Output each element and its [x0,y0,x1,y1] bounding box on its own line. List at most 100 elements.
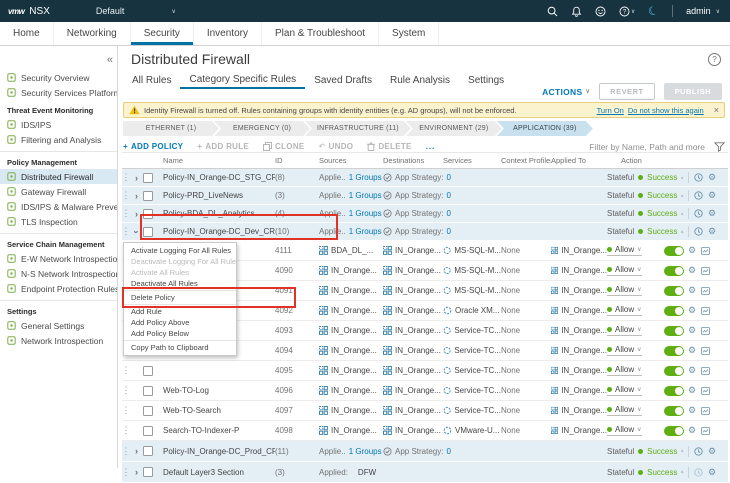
sidebar-item-ids-ips-malware-prevention[interactable]: IDS/IPS & Malware Prevention [0,199,117,214]
rule-sources[interactable]: IN_Orange... [319,386,383,395]
rule-context-profiles[interactable]: None [501,366,551,375]
refresh-icon[interactable] [681,468,684,476]
column-header-id[interactable]: ID [275,156,319,165]
nav-item-networking[interactable]: Networking [54,22,131,45]
rule-sources[interactable]: IN_Orange... [319,286,383,295]
drag-handle-icon[interactable]: ⋮ [122,208,130,219]
rule-destinations[interactable]: IN_Orange... [383,286,443,295]
policy-row[interactable]: ⋮›Policy-IN_Orange-DC_STG_CRM-S(8)Applie… [122,169,728,187]
history-clock-icon[interactable] [694,227,703,236]
rule-applied-to[interactable]: IN_Orange... [551,386,607,395]
project-selector[interactable]: Default ∨ [96,6,176,16]
turn-on-link[interactable]: Turn On [597,106,624,115]
row-checkbox[interactable] [143,227,153,237]
filter-input[interactable]: Filter by Name, Path and more [589,142,705,152]
nav-item-inventory[interactable]: Inventory [194,22,262,45]
app-strategy-link[interactable]: 0 [446,447,450,456]
category-ethernet-1[interactable]: ETHERNET (1) [123,121,219,136]
rule-destinations[interactable]: IN_Orange... [383,306,443,315]
history-clock-icon[interactable] [694,173,703,182]
rule-applied-to[interactable]: IN_Orange... [551,326,607,335]
menu-item-add-rule[interactable]: Add Rule [124,306,236,317]
rule-services[interactable]: Service-TC... [443,406,501,415]
rule-destinations[interactable]: IN_Orange... [383,366,443,375]
policy-settings-gear-icon[interactable]: ⚙ [708,209,716,218]
rule-applied-to[interactable]: IN_Orange... [551,426,607,435]
rule-destinations[interactable]: IN_Orange... [383,246,443,255]
policy-row[interactable]: ⋮›Policy-PRD_LiveNews(3)Applie.. 1 Group… [122,187,728,205]
drag-handle-icon[interactable]: ⋮ [122,405,130,416]
rule-enabled-toggle[interactable] [664,426,684,436]
add-policy-button[interactable]: +ADD POLICY [123,142,183,151]
rule-stats-chart-icon[interactable] [701,367,710,375]
sidebar-item-network-introspection[interactable]: Network Introspection [0,333,117,348]
expand-chevron-icon[interactable]: › [130,191,143,201]
menu-item-copy-path-to-clipboard[interactable]: Copy Path to Clipboard [124,342,236,353]
rule-services[interactable]: MS-SQL-M... [443,246,501,255]
menu-item-activate-logging-for-all-rules[interactable]: Activate Logging For All Rules [124,245,236,256]
tab-all-rules[interactable]: All Rules [123,72,180,89]
rule-context-profiles[interactable]: None [501,306,551,315]
rule-stats-chart-icon[interactable] [701,427,710,435]
row-checkbox[interactable] [143,173,153,183]
history-clock-icon[interactable] [694,191,703,200]
menu-item-deactivate-all-rules[interactable]: Deactivate All Rules [124,278,236,289]
expand-chevron-icon[interactable]: › [130,446,143,456]
drag-handle-icon[interactable]: ⋮ [122,425,130,436]
groups-link[interactable]: 1 Groups [349,209,382,218]
rule-context-profiles[interactable]: None [501,286,551,295]
rule-context-profiles[interactable]: None [501,346,551,355]
drag-handle-icon[interactable]: ⋮ [122,226,130,237]
refresh-icon[interactable] [681,447,684,455]
rule-sources[interactable]: IN_Orange... [319,426,383,435]
rule-sources[interactable]: IN_Orange... [319,266,383,275]
action-dropdown[interactable]: Allow∨ [607,405,642,416]
tab-saved-drafts[interactable]: Saved Drafts [305,72,381,89]
rule-context-profiles[interactable]: None [501,386,551,395]
drag-handle-icon[interactable]: ⋮ [122,467,130,478]
rule-stats-chart-icon[interactable] [701,407,710,415]
expand-chevron-icon[interactable]: › [132,225,142,238]
drag-handle-icon[interactable]: ⋮ [122,385,130,396]
rule-sources[interactable]: IN_Orange... [319,306,383,315]
user-menu[interactable]: admin ∨ [686,6,720,16]
policy-settings-gear-icon[interactable]: ⚙ [708,468,716,477]
rule-applied-to[interactable]: IN_Orange... [551,306,607,315]
rule-settings-gear-icon[interactable]: ⚙ [688,286,696,295]
nav-item-plan-troubleshoot[interactable]: Plan & Troubleshoot [262,22,379,45]
app-strategy-link[interactable]: 0 [446,173,450,182]
row-checkbox[interactable] [143,386,153,396]
expand-chevron-icon[interactable]: › [130,209,143,219]
sidebar-item-ids-ips[interactable]: IDS/IPS [0,117,117,132]
tab-rule-analysis[interactable]: Rule Analysis [381,72,459,89]
rule-stats-chart-icon[interactable] [701,267,710,275]
history-clock-icon[interactable] [694,468,703,477]
category-application-39[interactable]: APPLICATION (39) [497,121,593,136]
rule-enabled-toggle[interactable] [664,326,684,336]
row-checkbox[interactable] [143,467,153,477]
rule-services[interactable]: Service-TC... [443,366,501,375]
rule-destinations[interactable]: IN_Orange... [383,346,443,355]
column-header-sources[interactable]: Sources [319,156,383,165]
rule-services[interactable]: Oracle XM... [443,306,501,315]
refresh-icon[interactable] [681,210,684,218]
menu-item-delete-policy[interactable]: Delete Policy [124,292,236,303]
rule-settings-gear-icon[interactable]: ⚙ [688,366,696,375]
rule-settings-gear-icon[interactable]: ⚙ [688,246,696,255]
filter-funnel-icon[interactable] [714,142,725,152]
rule-stats-chart-icon[interactable] [701,307,710,315]
rule-stats-chart-icon[interactable] [701,387,710,395]
rule-destinations[interactable]: IN_Orange... [383,266,443,275]
policy-row[interactable]: ⋮›Policy-BDA_DL_Analytics(4)Applie.. 1 G… [122,205,728,223]
notifications-bell-icon[interactable] [571,6,582,17]
rule-services[interactable]: MS-SQL-M... [443,266,501,275]
action-dropdown[interactable]: Allow∨ [607,345,642,356]
rule-applied-to[interactable]: IN_Orange... [551,246,607,255]
refresh-icon[interactable] [681,174,684,182]
theme-moon-icon[interactable]: ☾ [647,4,661,19]
action-dropdown[interactable]: Allow∨ [607,325,642,336]
drag-handle-icon[interactable]: ⋮ [122,172,130,183]
column-header-action[interactable]: Action [607,156,688,165]
nav-item-security[interactable]: Security [131,22,194,45]
app-strategy-link[interactable]: 0 [446,191,450,200]
